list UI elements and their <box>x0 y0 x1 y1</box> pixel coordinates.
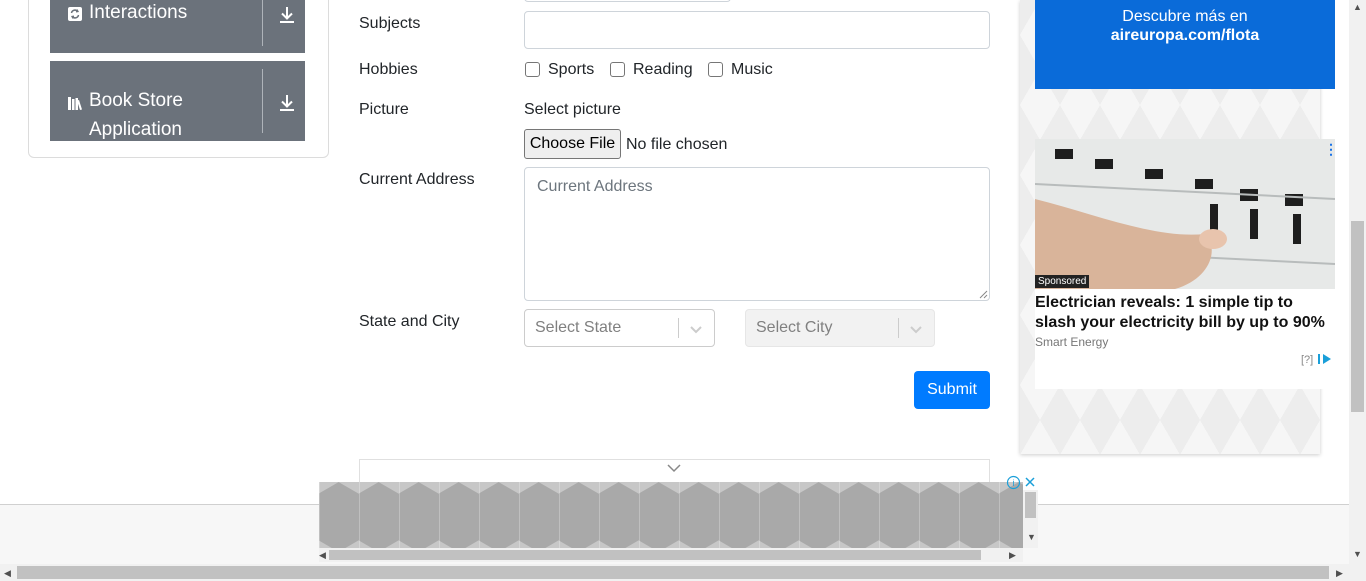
chevron-down-icon <box>910 326 922 334</box>
ad-source: Smart Energy <box>1035 335 1109 349</box>
state-city-label: State and City <box>359 313 460 330</box>
adchoices-text: [?] <box>1301 354 1314 366</box>
sidebar-group-label: Interactions <box>89 2 188 23</box>
select-divider <box>898 318 899 338</box>
ad-horizontal-scrollbar[interactable]: ◀ ▶ <box>319 548 1023 562</box>
divider <box>262 0 263 46</box>
chevron-down-icon <box>690 326 702 334</box>
aireuropa-ad[interactable]: Descubre más en aireuropa.com/flota <box>1035 0 1335 89</box>
sponsored-tag: Sponsored <box>1035 275 1090 288</box>
picture-label: Picture <box>359 101 409 118</box>
sidebar-group-book-store[interactable]: Book Store Application <box>50 61 305 141</box>
reading-checkbox-label[interactable]: Reading <box>633 61 693 79</box>
current-address-placeholder: Current Address <box>537 178 653 195</box>
scrollbar-thumb[interactable] <box>329 550 981 560</box>
divider <box>262 69 263 133</box>
ad-close-controls[interactable]: i <box>1006 475 1038 490</box>
no-file-chosen-text: No file chosen <box>626 136 728 153</box>
refresh-icon <box>68 7 82 21</box>
scrollbar-thumb[interactable] <box>1025 492 1036 518</box>
ad-text-line2: aireuropa.com/flota <box>1110 27 1260 44</box>
sponsored-ad[interactable]: ⋮ Sponsored Electrician reveals: 1 simpl… <box>1035 139 1338 389</box>
submit-button[interactable]: Submit <box>914 371 990 409</box>
music-checkbox[interactable] <box>708 62 723 77</box>
svg-text:i: i <box>1013 478 1015 488</box>
state-placeholder: Select State <box>535 319 622 336</box>
scrollbar-thumb[interactable] <box>1351 221 1364 412</box>
sports-checkbox-label[interactable]: Sports <box>548 61 594 79</box>
resize-handle-icon[interactable] <box>979 290 988 299</box>
scroll-up-arrow-icon[interactable]: ▲ <box>1353 2 1362 12</box>
scroll-down-arrow-icon[interactable]: ▼ <box>1353 549 1362 559</box>
sidebar-group-label-line1: Book Store <box>89 90 183 111</box>
subjects-input[interactable] <box>524 11 990 49</box>
city-placeholder: Select City <box>756 319 833 336</box>
choose-file-button[interactable]: Choose File <box>524 129 621 159</box>
scrollbar-thumb[interactable] <box>17 566 1329 579</box>
state-select[interactable]: Select State <box>524 309 715 347</box>
page-vertical-scrollbar[interactable]: ▲ ▼ <box>1349 0 1366 564</box>
current-address-textarea[interactable]: Current Address <box>524 167 990 301</box>
books-icon <box>68 97 82 110</box>
sidebar-group-interactions[interactable]: Interactions <box>50 0 305 53</box>
date-input-partial[interactable] <box>524 0 731 2</box>
scroll-left-arrow-icon[interactable]: ◀ <box>319 550 326 561</box>
scroll-right-arrow-icon[interactable]: ▶ <box>1336 568 1343 579</box>
music-checkbox-label[interactable]: Music <box>731 61 773 79</box>
ad-image <box>1035 139 1335 289</box>
more-options-icon[interactable]: ⋮ <box>1324 141 1338 158</box>
adchoices-link[interactable]: [?] <box>1301 353 1332 366</box>
ad-headline[interactable]: Electrician reveals: 1 simple tip to sla… <box>1035 293 1335 333</box>
download-icon[interactable] <box>278 5 296 25</box>
sidebar-group-label-line2: Application <box>89 119 182 140</box>
current-address-label: Current Address <box>359 171 475 188</box>
page-horizontal-scrollbar[interactable]: ◀ ▶ <box>0 564 1366 581</box>
city-select[interactable]: Select City <box>745 309 935 347</box>
reading-checkbox[interactable] <box>610 62 625 77</box>
hobbies-label: Hobbies <box>359 61 418 78</box>
ad-text-line1: Descubre más en <box>1122 8 1248 25</box>
ad-vertical-scrollbar[interactable]: ▼ <box>1023 490 1038 548</box>
bottom-banner-ad[interactable] <box>319 482 1023 548</box>
page: Interactions Book Store Application Subj… <box>0 0 1366 581</box>
select-picture-label: Select picture <box>524 101 621 118</box>
subjects-label: Subjects <box>359 15 421 32</box>
adchoices-icon <box>1318 354 1332 364</box>
download-icon[interactable] <box>278 93 296 113</box>
scroll-down-arrow-icon[interactable]: ▼ <box>1027 532 1036 542</box>
select-divider <box>678 318 679 338</box>
scroll-left-arrow-icon[interactable]: ◀ <box>4 568 11 579</box>
chevron-down-icon[interactable] <box>666 462 682 474</box>
scroll-right-arrow-icon[interactable]: ▶ <box>1009 550 1016 561</box>
sports-checkbox[interactable] <box>525 62 540 77</box>
